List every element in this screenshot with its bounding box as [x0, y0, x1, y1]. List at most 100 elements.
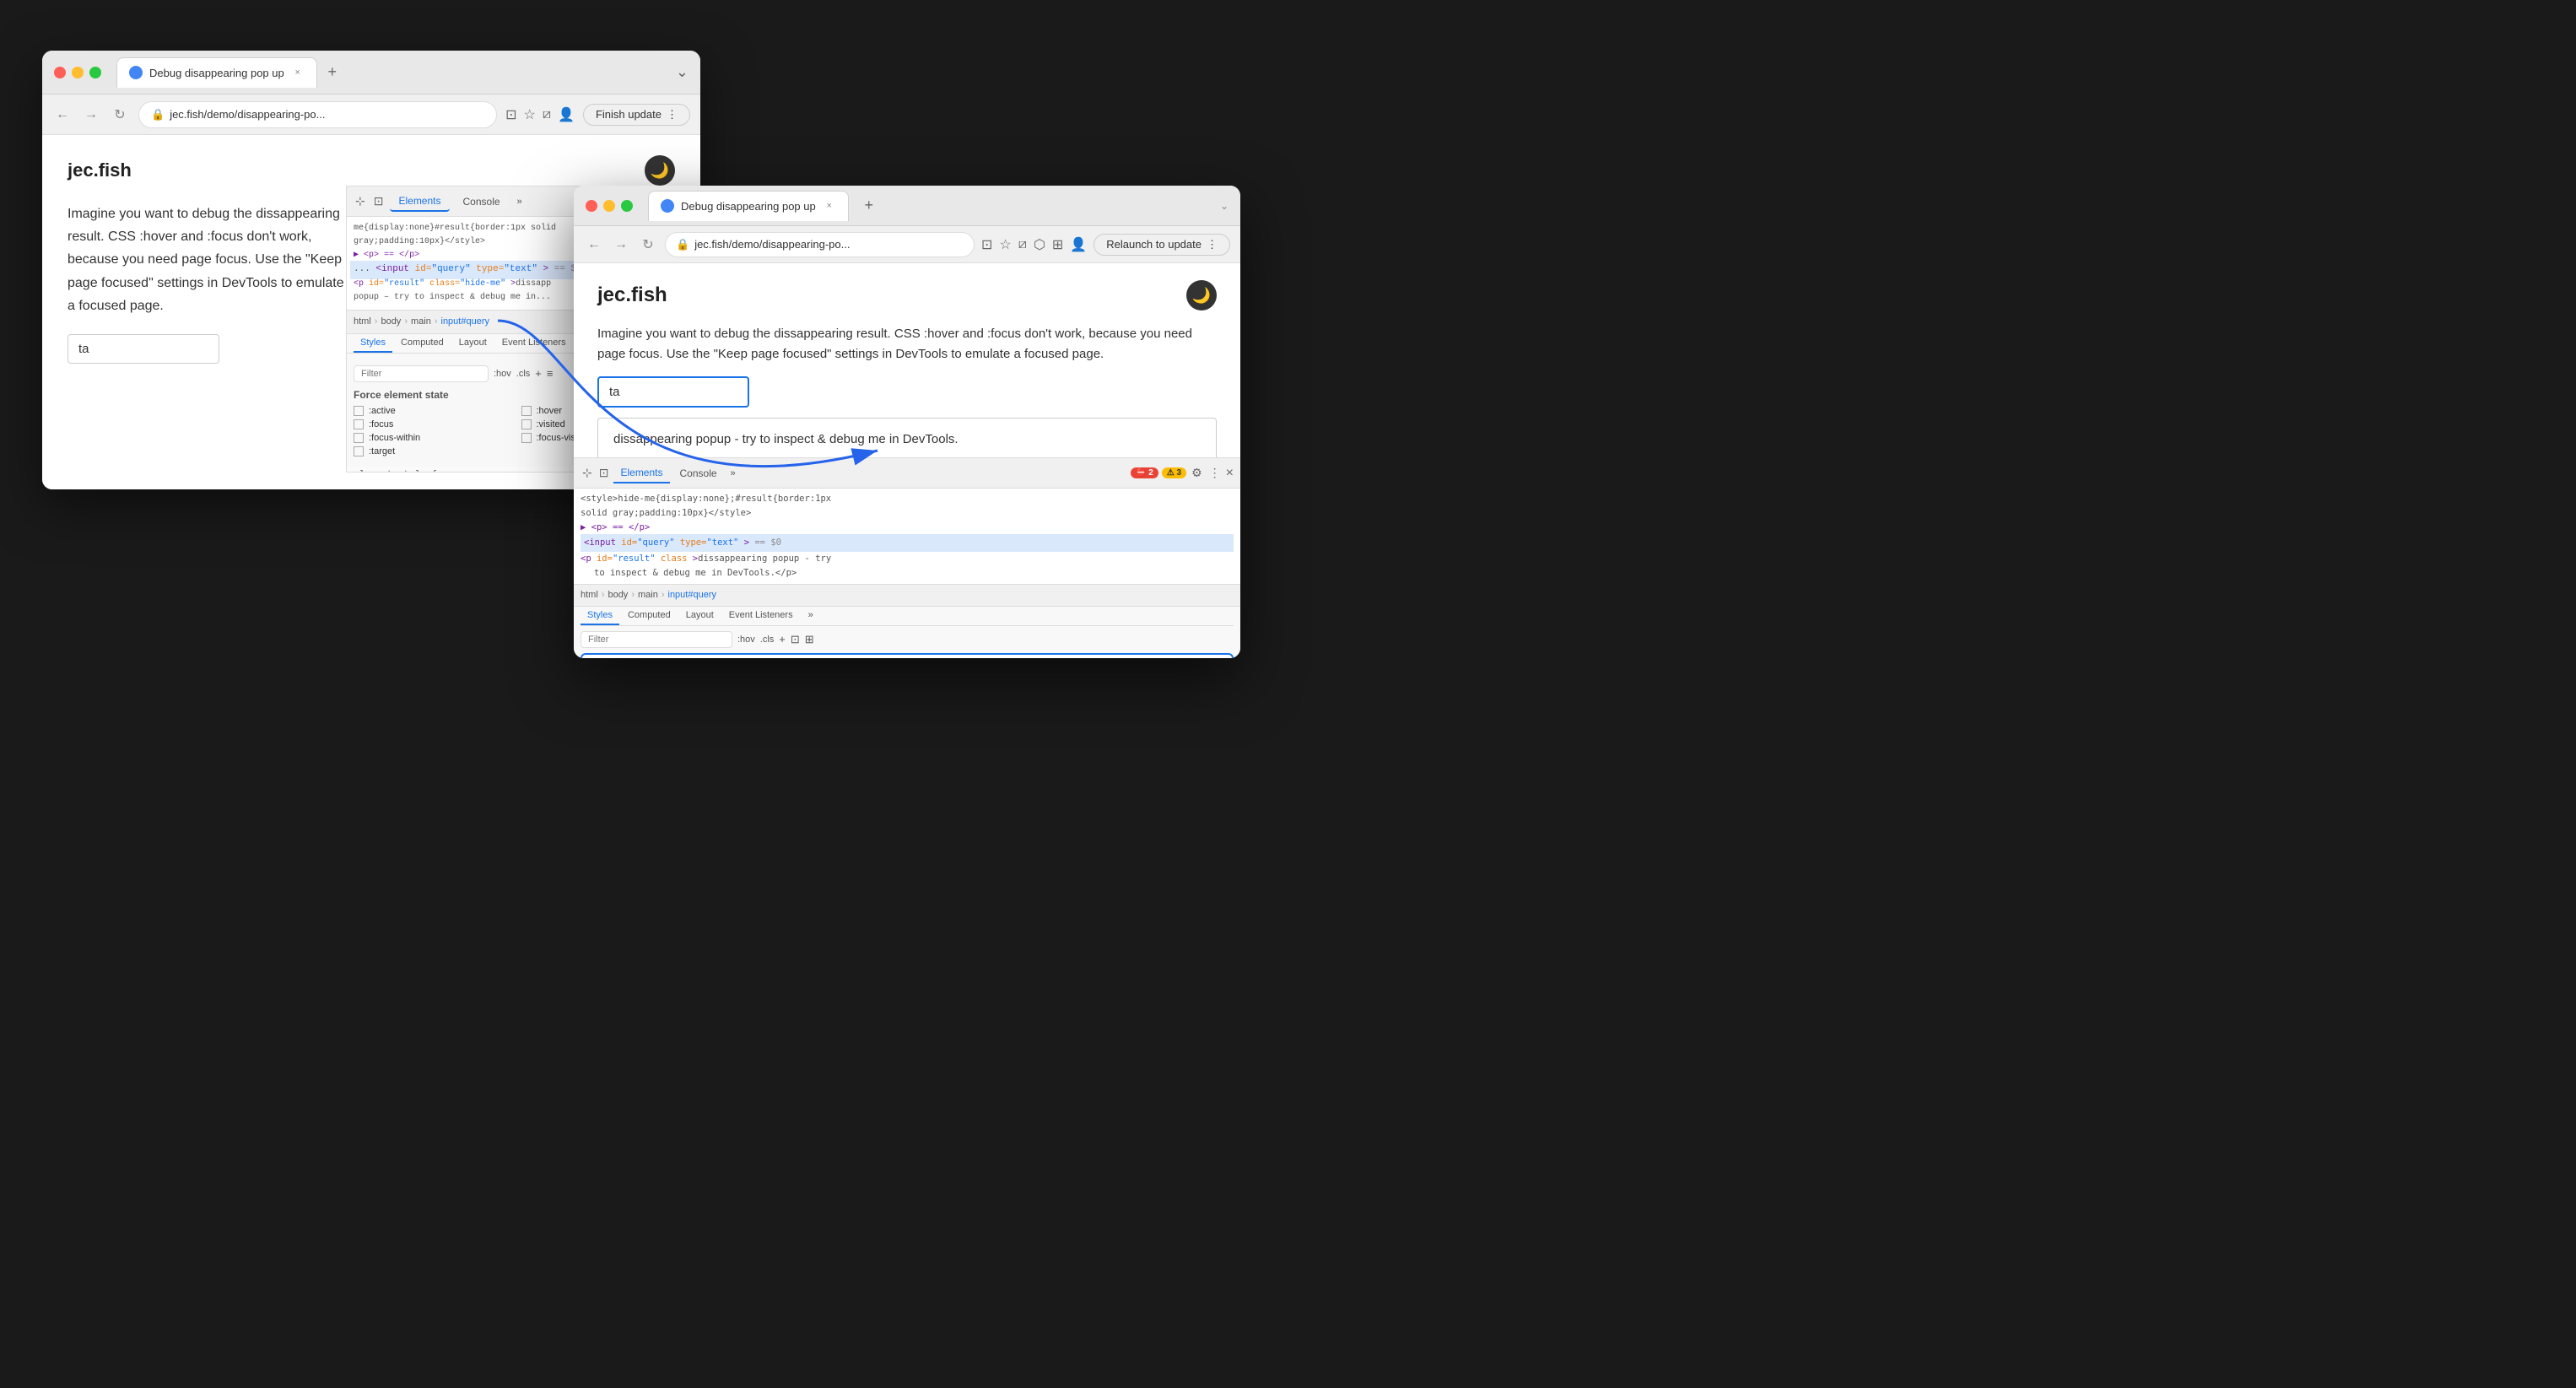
dt2-tab-more[interactable]: »: [802, 607, 820, 625]
back-btn-1[interactable]: ←: [52, 105, 73, 125]
perf-icon-2[interactable]: ⬡: [1034, 236, 1045, 253]
reload-btn-1[interactable]: ↻: [110, 105, 130, 125]
demo-input-1[interactable]: [68, 334, 219, 364]
styles-tab-styles-1[interactable]: Styles: [354, 334, 392, 353]
state-cb-focus-within-1[interactable]: [354, 433, 364, 443]
styles-tab-events-1[interactable]: Event Listeners: [495, 334, 573, 353]
filter-add-1[interactable]: +: [535, 367, 542, 380]
sidebar-icon-2[interactable]: ⊞: [1052, 236, 1063, 253]
dt2-tab-styles[interactable]: Styles: [581, 607, 619, 625]
state-cb-target-1[interactable]: [354, 446, 364, 456]
dt-pointer-icon-1[interactable]: ⊹: [354, 192, 367, 210]
dt-tab-console-1[interactable]: Console: [455, 192, 509, 211]
bc2-main[interactable]: main: [638, 590, 658, 600]
dt2-html-line-2: solid gray;padding:10px}</style>: [581, 506, 1234, 521]
profile-icon-2[interactable]: 👤: [1070, 236, 1087, 253]
dt-more-tabs-1[interactable]: »: [514, 195, 526, 208]
state-cb-visited-1[interactable]: [521, 419, 532, 429]
tab-close-1[interactable]: ×: [291, 66, 305, 79]
bc2-body[interactable]: body: [608, 590, 628, 600]
filter-copy-2[interactable]: ⊡: [791, 633, 800, 646]
bc-input-1[interactable]: input#query: [441, 316, 490, 327]
dt2-html-line-4[interactable]: <input id="query" type="text" > == $0: [581, 534, 1234, 552]
cast-icon-1[interactable]: ⊡: [505, 106, 516, 123]
tab-chevron-2[interactable]: ⌄: [1220, 200, 1229, 212]
extensions-icon-1[interactable]: ⧄: [543, 107, 551, 122]
maximize-button-1[interactable]: [89, 67, 101, 78]
state-cb-focus-1[interactable]: [354, 419, 364, 429]
styles-tab-computed-1[interactable]: Computed: [394, 334, 451, 353]
maximize-button-2[interactable]: [621, 200, 633, 212]
dt2-more-tabs[interactable]: »: [727, 467, 739, 480]
filter-hov-1[interactable]: :hov: [494, 369, 511, 379]
tab-chevron-1[interactable]: ⌄: [676, 63, 689, 81]
update-button-1[interactable]: Finish update ⋮: [583, 104, 690, 126]
minimize-button-1[interactable]: [72, 67, 84, 78]
tab-active-2[interactable]: Debug disappearing pop up ×: [648, 191, 849, 221]
cast-icon-2[interactable]: ⊡: [981, 236, 992, 253]
address-field-1[interactable]: 🔒 jec.fish/demo/disappearing-po...: [138, 101, 497, 128]
star-icon-1[interactable]: ☆: [523, 106, 535, 123]
forward-btn-2[interactable]: →: [611, 235, 631, 255]
filter-add-2[interactable]: +: [779, 633, 786, 645]
dt2-settings-icon[interactable]: ⚙: [1190, 464, 1204, 482]
dt2-tab-events[interactable]: Event Listeners: [722, 607, 800, 625]
bc-body-1[interactable]: body: [381, 316, 401, 327]
page-content-2: jec.fish 🌙 Imagine you want to debug the…: [574, 263, 1240, 457]
filter-hov-2[interactable]: :hov: [737, 635, 755, 645]
dark-mode-btn-1[interactable]: 🌙: [645, 155, 675, 186]
back-btn-2[interactable]: ←: [584, 235, 604, 255]
dt-tab-elements-1[interactable]: Elements: [390, 192, 449, 212]
close-button-2[interactable]: [586, 200, 597, 212]
state-focus-within-1: :focus-within: [354, 433, 505, 443]
minimize-button-2[interactable]: [603, 200, 615, 212]
tab-close-2[interactable]: ×: [823, 199, 836, 213]
close-button-1[interactable]: [54, 67, 66, 78]
traffic-lights-1: [54, 67, 101, 78]
bc-main-1[interactable]: main: [411, 316, 431, 327]
dt2-tab-console[interactable]: Console: [673, 464, 724, 483]
dt2-html-line-3: ▶ <p> == </p>: [581, 521, 1234, 535]
relaunch-button-2[interactable]: Relaunch to update ⋮: [1094, 234, 1230, 256]
bc-html-1[interactable]: html: [354, 316, 371, 327]
dt2-pointer-icon[interactable]: ⊹: [581, 464, 594, 482]
dt2-tab-layout[interactable]: Layout: [679, 607, 721, 625]
page-description-2: Imagine you want to debug the dissappear…: [597, 324, 1217, 365]
new-tab-btn-2[interactable]: +: [857, 194, 881, 218]
dt2-device-icon[interactable]: ⊡: [597, 464, 611, 482]
state-cb-hover-1[interactable]: [521, 406, 532, 416]
filter-input-2[interactable]: [581, 631, 732, 648]
profile-icon-1[interactable]: 👤: [558, 106, 575, 123]
dt2-close-btn[interactable]: ×: [1226, 466, 1234, 481]
bc2-html[interactable]: html: [581, 590, 598, 600]
state-cb-focus-visible-1[interactable]: [521, 433, 532, 443]
dt2-more-icon[interactable]: ⋮: [1207, 464, 1223, 482]
demo-input-2[interactable]: [597, 376, 749, 408]
address-field-2[interactable]: 🔒 jec.fish/demo/disappearing-po...: [665, 232, 975, 257]
dark-mode-btn-2[interactable]: 🌙: [1186, 280, 1217, 311]
filter-cls-2[interactable]: .cls: [760, 635, 775, 645]
reload-btn-2[interactable]: ↻: [638, 235, 658, 255]
filter-layout-2[interactable]: ⊞: [805, 633, 814, 646]
styles-tab-layout-1[interactable]: Layout: [452, 334, 494, 353]
forward-btn-1[interactable]: →: [81, 105, 101, 125]
state-target-1: :target: [354, 446, 505, 456]
dt2-tab-elements[interactable]: Elements: [613, 463, 669, 483]
star-icon-2[interactable]: ☆: [999, 236, 1011, 253]
dt2-html-line-5: <p id="result" class >dissappearing popu…: [581, 552, 1234, 566]
filter-cls-1[interactable]: .cls: [516, 369, 531, 379]
state-label-visited-1: :visited: [537, 419, 565, 429]
html-tree-2: <style>hide-me{display:none};#result{bor…: [574, 489, 1240, 585]
new-tab-btn-1[interactable]: +: [321, 61, 344, 84]
state-label-target-1: :target: [369, 446, 395, 456]
site-title-1: jec.fish: [68, 159, 132, 181]
state-cb-active-1[interactable]: [354, 406, 364, 416]
dt-device-icon-1[interactable]: ⊡: [372, 192, 386, 210]
filter-more-1[interactable]: ≡: [547, 367, 554, 380]
tab-active-1[interactable]: Debug disappearing pop up ×: [116, 57, 317, 88]
bc2-input[interactable]: input#query: [668, 590, 717, 600]
filter-input-1[interactable]: [354, 365, 489, 382]
extensions-icon-2[interactable]: ⧄: [1018, 237, 1027, 252]
tab-bar-1: Debug disappearing pop up × + ⌄: [116, 57, 689, 88]
dt2-tab-computed[interactable]: Computed: [621, 607, 678, 625]
